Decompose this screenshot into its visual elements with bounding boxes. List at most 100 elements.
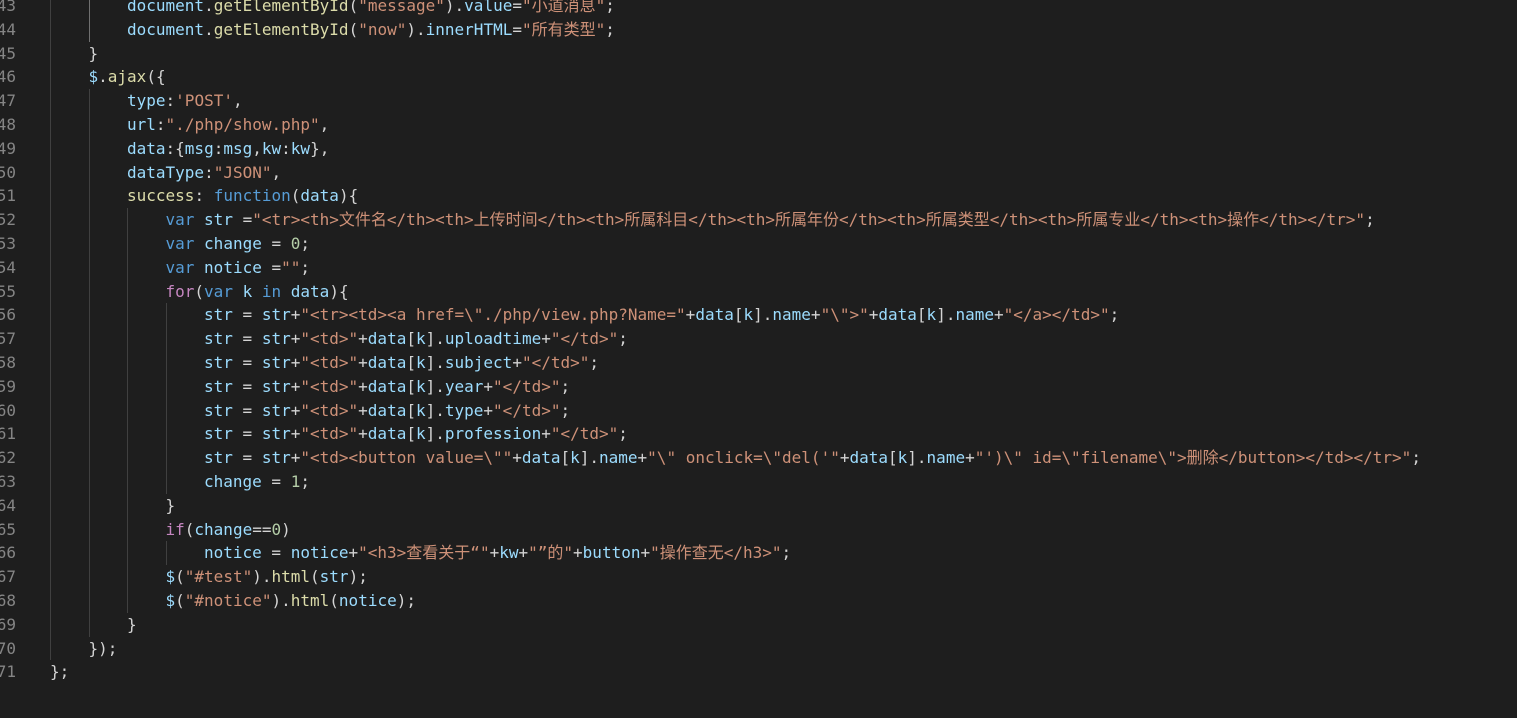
code-token: + — [810, 305, 821, 325]
code-text[interactable]: str = str+"<td>"+data[k].year+"</td>"; — [204, 375, 570, 399]
code-token: data — [367, 400, 407, 420]
code-text[interactable]: var change = 0; — [166, 232, 311, 256]
code-line[interactable]: 45} — [0, 41, 1517, 66]
code-text[interactable]: document.getElementById("now").innerHTML… — [127, 18, 615, 42]
code-text[interactable]: var notice =""; — [166, 256, 311, 280]
code-text[interactable]: $.ajax({ — [89, 65, 166, 89]
indent-guide — [127, 303, 128, 328]
indent-guide — [127, 374, 128, 399]
code-token: "<td>" — [300, 329, 359, 349]
line-number: 57 — [0, 327, 16, 351]
code-token: = — [261, 257, 282, 277]
code-line[interactable]: 44 document.getElementById("now").innerHT… — [0, 17, 1517, 42]
code-token: + — [290, 400, 301, 420]
code-text[interactable]: $("#notice").html(notice); — [166, 589, 416, 613]
code-token: [ — [406, 400, 416, 420]
code-line[interactable]: 49 data:{msg:msg,kw:kw}, — [0, 136, 1517, 161]
indent-guide — [127, 422, 128, 447]
code-line[interactable]: 50 dataType:"JSON", — [0, 160, 1517, 185]
code-line[interactable]: 57 str = str+"<td>"+data[k].uploadtime+"<… — [0, 327, 1517, 351]
code-line[interactable]: 47 type:'POST', — [0, 89, 1517, 113]
code-token: + — [358, 329, 368, 349]
code-text[interactable]: str = str+"<td>"+data[k].uploadtime+"</t… — [204, 327, 628, 351]
code-token: type — [127, 91, 166, 111]
code-token: + — [290, 305, 301, 325]
code-text[interactable]: change = 1; — [204, 470, 310, 494]
code-text[interactable]: data:{msg:msg,kw:kw}, — [127, 137, 329, 161]
code-text[interactable]: } — [127, 613, 137, 637]
code-line[interactable]: 58 str = str+"<td>"+data[k].subject+"</td… — [0, 350, 1517, 375]
code-line[interactable]: 43 document.getElementById("message").val… — [0, 0, 1517, 18]
code-token: + — [640, 543, 651, 563]
code-line[interactable]: 63 change = 1; — [0, 469, 1517, 494]
code-token: ({ — [146, 67, 166, 87]
indent-guide — [165, 422, 167, 447]
code-text[interactable]: }; — [50, 660, 69, 684]
line-number-text: 60 — [0, 400, 16, 420]
code-token: kw — [261, 138, 282, 158]
code-token: change — [194, 519, 253, 539]
code-line[interactable]: 46 $.ajax({ — [0, 65, 1517, 90]
code-text[interactable]: $("#test").html(str); — [166, 565, 368, 589]
code-token: subject — [444, 352, 513, 372]
code-line[interactable]: 51 success: function(data){ — [0, 184, 1517, 209]
code-text[interactable]: var str ="<tr><th>文件名</th><th>上传时间</th><… — [166, 208, 1375, 232]
code-line[interactable]: 60 str = str+"<td>"+data[k].type+"</td>"; — [0, 398, 1517, 423]
indent-guide — [127, 541, 128, 566]
indent-guide — [50, 136, 51, 161]
indent-guide — [88, 136, 90, 161]
indent-guide — [127, 350, 128, 375]
indent-guide — [127, 565, 128, 589]
code-line[interactable]: 71}; — [0, 660, 1517, 684]
code-token: + — [358, 424, 368, 444]
code-line[interactable]: 56 str = str+"<tr><td><a href=\"./php/vie… — [0, 303, 1517, 328]
code-token: var — [165, 210, 195, 230]
code-line[interactable]: 67 $("#test").html(str); — [0, 565, 1517, 589]
code-text[interactable]: } — [166, 494, 176, 518]
code-line[interactable]: 59 str = str+"<td>"+data[k].year+"</td>"; — [0, 374, 1517, 399]
code-text[interactable]: }); — [89, 637, 118, 661]
code-text[interactable]: document.getElementById("message").value… — [127, 0, 615, 18]
code-token: "#notice" — [184, 590, 272, 610]
code-text[interactable]: type:'POST', — [127, 89, 243, 113]
code-line[interactable]: 48 url:"./php/show.php", — [0, 112, 1517, 137]
code-text[interactable]: str = str+"<td>"+data[k].subject+"</td>"… — [204, 351, 599, 375]
code-lines[interactable]: 43 document.getElementById("message").val… — [0, 0, 1517, 684]
code-text[interactable]: if(change==0) — [166, 518, 291, 542]
code-line[interactable]: 69} — [0, 612, 1517, 637]
code-text[interactable]: url:"./php/show.php", — [127, 113, 329, 137]
line-number: 50 — [0, 161, 16, 185]
code-line[interactable]: 54 var notice =""; — [0, 255, 1517, 280]
code-token: str — [261, 448, 291, 468]
indent-guide — [50, 446, 51, 470]
indent-guide — [50, 208, 51, 232]
code-line[interactable]: 61 str = str+"<td>"+data[k].profession+"<… — [0, 422, 1517, 447]
code-line[interactable]: 55 for(var k in data){ — [0, 279, 1517, 304]
code-token: ; — [300, 257, 311, 277]
code-line[interactable]: 65 if(change==0) — [0, 517, 1517, 542]
code-token: "</td>" — [521, 352, 590, 372]
code-token: in — [261, 281, 282, 301]
code-line[interactable]: 68 $("#notice").html(notice); — [0, 588, 1517, 613]
code-text[interactable]: str = str+"<tr><td><a href=\"./php/view.… — [204, 303, 1119, 327]
code-token: [ — [406, 352, 416, 372]
code-token: ; — [781, 543, 792, 563]
code-line[interactable]: 53 var change = 0; — [0, 231, 1517, 256]
code-text[interactable]: for(var k in data){ — [166, 280, 349, 304]
code-text[interactable]: str = str+"<td>"+data[k].type+"</td>"; — [204, 399, 570, 423]
code-text[interactable]: dataType:"JSON", — [127, 161, 281, 185]
code-text[interactable]: notice = notice+"<h3>查看关于“"+kw+"”的"+butt… — [204, 541, 791, 565]
code-token: $ — [88, 67, 99, 87]
code-line[interactable]: 70}); — [0, 636, 1517, 661]
code-text[interactable]: str = str+"<td>"+data[k].profession+"</t… — [204, 422, 628, 446]
code-text[interactable]: str = str+"<td><button value=\""+data[k]… — [204, 446, 1421, 470]
code-line[interactable]: 66 notice = notice+"<h3>查看关于“"+kw+"”的"+bu… — [0, 541, 1517, 566]
code-editor[interactable]: 43 document.getElementById("message").val… — [0, 0, 1517, 718]
code-text[interactable]: } — [89, 42, 99, 66]
code-text[interactable]: success: function(data){ — [127, 184, 358, 208]
code-token: "”的" — [528, 543, 574, 563]
line-number-text: 69 — [0, 614, 16, 634]
code-line[interactable]: 62 str = str+"<td><button value=\""+data[… — [0, 446, 1517, 470]
code-line[interactable]: 64} — [0, 493, 1517, 518]
code-line[interactable]: 52 var str ="<tr><th>文件名</th><th>上传时间</th… — [0, 208, 1517, 232]
